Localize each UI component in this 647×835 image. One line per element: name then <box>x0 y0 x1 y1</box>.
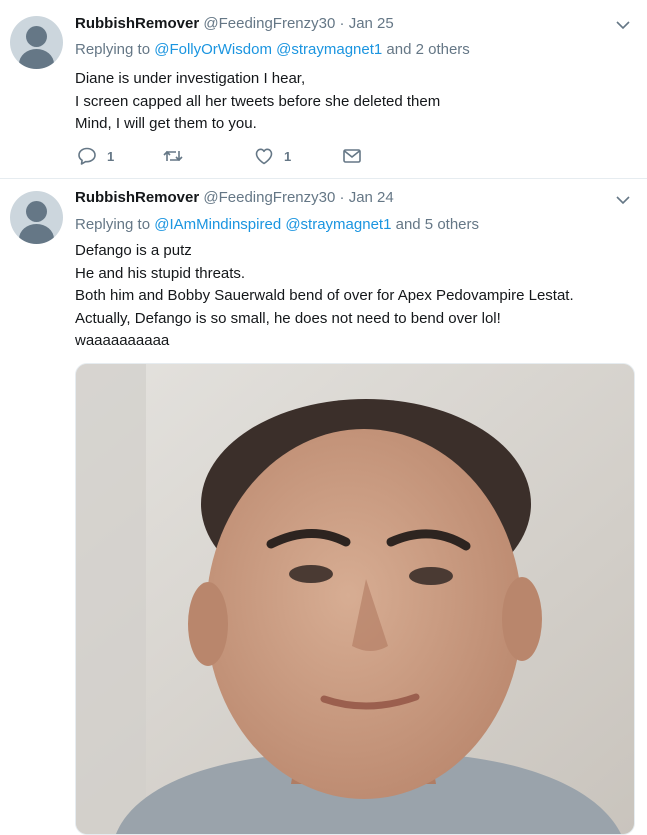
envelope-icon <box>343 149 361 163</box>
tweet-header: RubbishRemover @FeedingFrenzy30 · Jan 24 <box>75 189 394 206</box>
tweet-text: Defango is a putz He and his stupid thre… <box>75 240 574 353</box>
replying-others[interactable]: and 5 others <box>396 216 479 233</box>
replying-prefix: Replying to <box>75 41 151 58</box>
display-name[interactable]: RubbishRemover <box>75 15 199 32</box>
replying-to: Replying to @FollyOrWisdom @straymagnet1… <box>75 41 470 58</box>
separator: · <box>339 189 345 206</box>
chevron-down-icon[interactable] <box>616 195 630 205</box>
person-photo <box>76 364 634 834</box>
tweet-line: I screen capped all her tweets before sh… <box>75 92 441 110</box>
default-avatar-icon[interactable] <box>10 191 63 244</box>
tweet-line: Actually, Defango is so small, he does n… <box>75 309 501 327</box>
replying-others[interactable]: and 2 others <box>386 41 469 58</box>
tweet-header: RubbishRemover @FeedingFrenzy30 · Jan 25 <box>75 15 394 32</box>
retweet-button[interactable] <box>162 146 184 166</box>
retweet-icon <box>163 150 183 162</box>
tweet-date[interactable]: Jan 25 <box>349 15 394 32</box>
mention-link[interactable]: @FollyOrWisdom <box>154 41 272 58</box>
reply-button[interactable]: 1 <box>77 146 114 166</box>
user-handle[interactable]: @FeedingFrenzy30 <box>203 189 335 206</box>
direct-message-button[interactable] <box>342 146 362 166</box>
replying-prefix: Replying to <box>75 216 151 233</box>
heart-icon <box>255 148 273 165</box>
mention-link[interactable]: @straymagnet1 <box>285 216 391 233</box>
tweet-line: waaaaaaaaaa <box>75 332 170 349</box>
like-count: 1 <box>284 148 292 164</box>
replying-to: Replying to @IAmMindinspired @straymagne… <box>75 216 479 233</box>
display-name[interactable]: RubbishRemover <box>75 189 199 206</box>
separator: · <box>339 15 345 32</box>
default-avatar-icon[interactable] <box>10 16 63 69</box>
tweet-line: Mind, I will get them to you. <box>75 115 257 132</box>
tweet-line: He and his stupid threats. <box>75 264 246 282</box>
user-handle[interactable]: @FeedingFrenzy30 <box>203 15 335 32</box>
tweet-line: Both him and Bobby Sauerwald bend of ove… <box>75 287 574 304</box>
tweet-date[interactable]: Jan 24 <box>349 189 394 206</box>
reply-count: 1 <box>107 148 115 164</box>
tweet-text: Diane is under investigation I hear, I s… <box>75 68 440 136</box>
mention-link[interactable]: @straymagnet1 <box>276 41 382 58</box>
tweet-actions: 1 1 <box>75 146 395 168</box>
reply-icon <box>78 147 96 165</box>
tweet-line: Defango is a putz <box>75 242 192 259</box>
tweet-media-photo[interactable] <box>75 363 635 835</box>
like-button[interactable]: 1 <box>254 146 291 166</box>
tweet-line: Diane is under investigation I hear, <box>75 70 306 87</box>
chevron-down-icon[interactable] <box>616 20 630 30</box>
tweet[interactable]: RubbishRemover @FeedingFrenzy30 · Jan 25… <box>0 0 647 179</box>
tweet[interactable]: RubbishRemover @FeedingFrenzy30 · Jan 24… <box>0 179 647 835</box>
mention-link[interactable]: @IAmMindinspired <box>154 216 281 233</box>
